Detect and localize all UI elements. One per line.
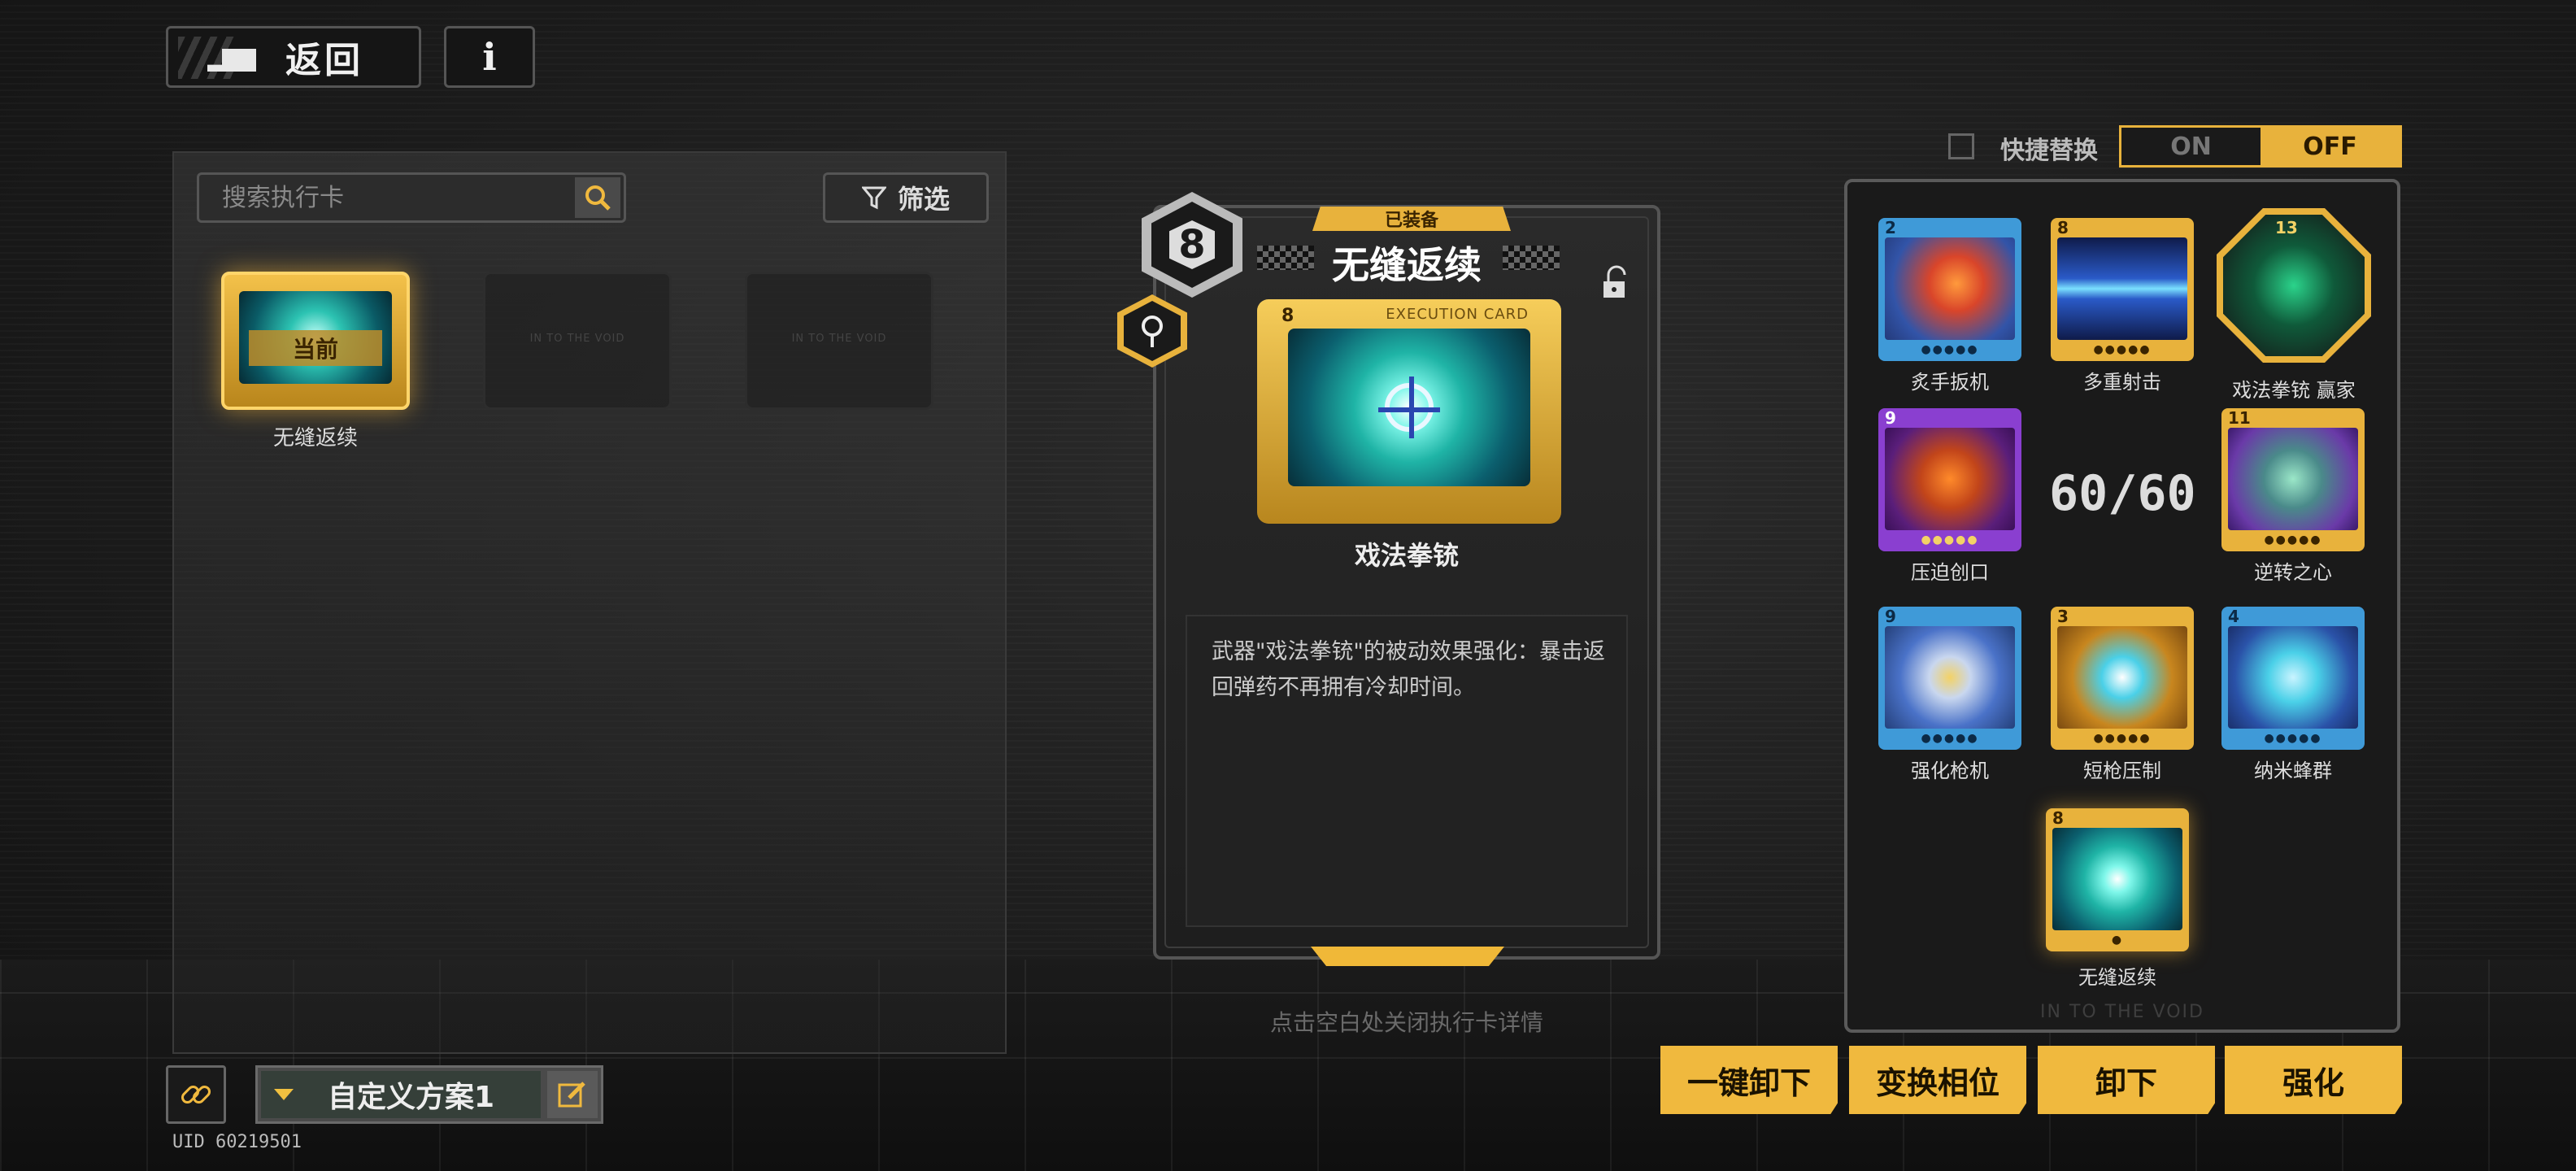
link-icon bbox=[181, 1085, 211, 1104]
card-dots: ● bbox=[2111, 934, 2124, 947]
deck-card[interactable]: 13 bbox=[2217, 208, 2371, 363]
deck-card[interactable]: 3 ●●●●● bbox=[2051, 607, 2194, 750]
card-dots: ●●●●● bbox=[2093, 343, 2152, 356]
search-box bbox=[197, 172, 626, 223]
card-cost: 8 bbox=[1281, 306, 1295, 326]
deck-count: 60/60 bbox=[2049, 465, 2196, 522]
inventory-card-empty: IN TO THE VOID bbox=[745, 272, 933, 410]
deck-card[interactable]: 11 ●●●●● bbox=[2221, 408, 2365, 551]
pin-icon bbox=[1142, 316, 1163, 347]
card-dots: ●●●●● bbox=[2264, 732, 2322, 745]
search-button[interactable] bbox=[575, 177, 620, 218]
deck-card-name: 逆转之心 bbox=[2254, 561, 2332, 584]
info-button[interactable]: i bbox=[444, 26, 535, 88]
search-input[interactable] bbox=[199, 175, 575, 220]
card-art bbox=[2057, 237, 2187, 340]
quick-swap-icon bbox=[1948, 133, 1974, 159]
card-art bbox=[1885, 626, 2015, 729]
quick-swap-toggle[interactable]: ON OFF bbox=[2119, 125, 2402, 168]
card-label: EXECUTION CARD bbox=[1386, 306, 1529, 323]
card-cost: 4 bbox=[2228, 607, 2239, 626]
cost-value: 8 bbox=[1169, 220, 1215, 269]
unlock-icon[interactable] bbox=[1599, 265, 1634, 301]
chevron-down-icon bbox=[274, 1089, 294, 1100]
card-cost: 9 bbox=[1885, 408, 1896, 428]
card-art bbox=[2228, 626, 2358, 729]
equipped-tag: 已装备 bbox=[1312, 207, 1511, 231]
card-dots: ●●●●● bbox=[1921, 732, 1979, 745]
deck-card[interactable]: 9 ●●●●● bbox=[1878, 408, 2021, 551]
preset-selector[interactable]: 自定义方案1 bbox=[255, 1065, 603, 1124]
deck-card-name: 强化枪机 bbox=[1911, 760, 1989, 782]
crosshair-icon bbox=[1378, 377, 1440, 438]
filter-button[interactable]: 筛选 bbox=[823, 172, 989, 223]
card-cost: 8 bbox=[2052, 808, 2064, 828]
current-tag: 当前 bbox=[249, 330, 382, 366]
link-button[interactable] bbox=[166, 1065, 226, 1124]
card-art bbox=[1885, 428, 2015, 530]
deck-card[interactable]: 4 ●●●●● bbox=[2221, 607, 2365, 750]
deck-card-name: 炙手扳机 bbox=[1911, 371, 1989, 394]
quick-swap-label: 快捷替换 bbox=[2000, 137, 2098, 165]
deck-card[interactable]: 8 ● bbox=[2046, 808, 2189, 951]
swap-position-button[interactable]: 变换相位 bbox=[1849, 1046, 2026, 1114]
card-description: 武器"戏法拳铳"的被动效果强化：暴击返回弹药不再拥有冷却时间。 bbox=[1212, 639, 1605, 700]
inventory-card-name: 无缝返续 bbox=[272, 426, 358, 451]
enhance-button[interactable]: 强化 bbox=[2225, 1046, 2402, 1114]
edit-preset-button[interactable] bbox=[547, 1071, 598, 1118]
card-cost: 3 bbox=[2057, 607, 2069, 626]
card-cost: 2 bbox=[1885, 218, 1896, 237]
empty-slot-text: IN TO THE VOID bbox=[791, 333, 887, 345]
card-image: 8 EXECUTION CARD bbox=[1257, 299, 1561, 524]
card-art bbox=[1288, 329, 1530, 486]
card-cost: 9 bbox=[1885, 607, 1896, 626]
unequip-all-button[interactable]: 一键卸下 bbox=[1660, 1046, 1838, 1114]
user-id: UID 60219501 bbox=[172, 1132, 302, 1152]
card-cost: 8 bbox=[2057, 218, 2069, 237]
card-title: 无缝返续 bbox=[1332, 243, 1482, 287]
toggle-on[interactable]: ON bbox=[2121, 128, 2261, 165]
empty-slot-text: IN TO THE VOID bbox=[529, 333, 625, 345]
deck-footer: IN TO THE VOID bbox=[2040, 1002, 2204, 1022]
search-icon bbox=[585, 185, 611, 211]
card-cost: 11 bbox=[2228, 408, 2251, 428]
deck-card-name: 纳米蜂群 bbox=[2254, 760, 2332, 782]
toggle-off[interactable]: OFF bbox=[2261, 128, 2400, 165]
back-arrow-icon bbox=[193, 41, 258, 73]
deck-card-name: 压迫创口 bbox=[1911, 561, 1989, 584]
edit-icon bbox=[558, 1082, 585, 1108]
deck-card[interactable]: 2 ●●●●● bbox=[1878, 218, 2021, 361]
card-art bbox=[2057, 626, 2187, 729]
deck-card[interactable]: 9 ●●●●● bbox=[1878, 607, 2021, 750]
preset-name: 自定义方案1 bbox=[328, 1081, 495, 1114]
inventory-card-empty: IN TO THE VOID bbox=[483, 272, 672, 410]
deck-card-name: 多重射击 bbox=[2083, 371, 2161, 394]
weapon-name: 戏法拳铳 bbox=[1354, 540, 1459, 571]
unequip-button[interactable]: 卸下 bbox=[2038, 1046, 2215, 1114]
card-dots: ●●●●● bbox=[1921, 343, 1979, 356]
filter-label: 筛选 bbox=[897, 184, 950, 215]
deck-card-name: 戏法拳铳 赢家 bbox=[2232, 379, 2356, 402]
deck-card-name: 无缝返续 bbox=[2078, 966, 2156, 989]
inventory-card-current[interactable]: 当前 bbox=[221, 272, 410, 410]
card-art bbox=[2228, 428, 2358, 530]
card-cost: 13 bbox=[2275, 218, 2298, 237]
deck-card-name: 短枪压制 bbox=[2083, 760, 2161, 782]
deck-card[interactable]: 8 ●●●●● bbox=[2051, 218, 2194, 361]
info-icon: i bbox=[482, 35, 497, 79]
close-hint: 点击空白处关闭执行卡详情 bbox=[1269, 1009, 1543, 1036]
back-button[interactable]: 返回 bbox=[166, 26, 421, 88]
card-dots: ●●●●● bbox=[2093, 732, 2152, 745]
back-label: 返回 bbox=[285, 40, 363, 81]
panel-bottom-accent bbox=[1311, 947, 1504, 966]
card-dots: ●●●●● bbox=[1921, 533, 1979, 546]
filter-icon bbox=[861, 186, 886, 210]
card-dots: ●●●●● bbox=[2264, 533, 2322, 546]
card-art bbox=[1885, 237, 2015, 340]
card-art bbox=[2052, 828, 2182, 930]
